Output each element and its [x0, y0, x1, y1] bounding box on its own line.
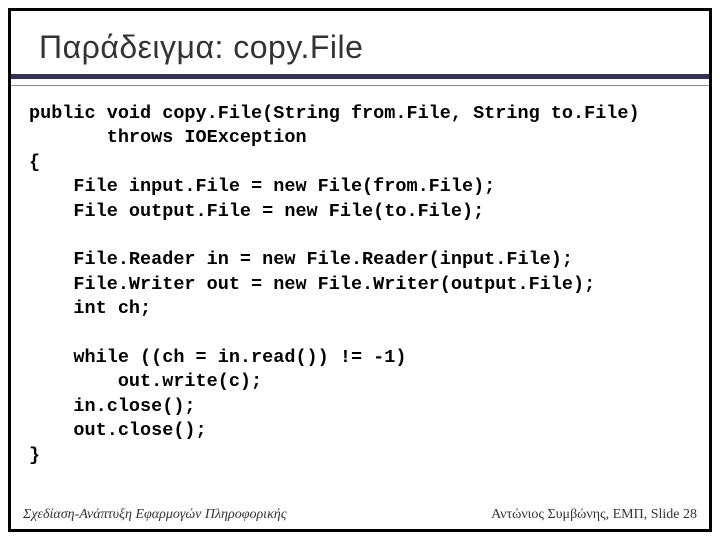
slide-title: Παράδειγμα: copy.File	[11, 11, 709, 74]
footer-right: Αντώνιος Συμβώνης, ΕΜΠ, Slide 28	[491, 507, 697, 523]
footer-left: Σχεδίαση-Ανάπτυξη Εφαρμογών Πληροφορικής	[23, 507, 286, 523]
footer: Σχεδίαση-Ανάπτυξη Εφαρμογών Πληροφορικής…	[11, 503, 709, 529]
slide: Παράδειγμα: copy.File public void copy.F…	[0, 0, 720, 540]
code-block: public void copy.File(String from.File, …	[11, 86, 709, 503]
slide-frame: Παράδειγμα: copy.File public void copy.F…	[8, 8, 712, 532]
title-divider	[11, 74, 709, 86]
